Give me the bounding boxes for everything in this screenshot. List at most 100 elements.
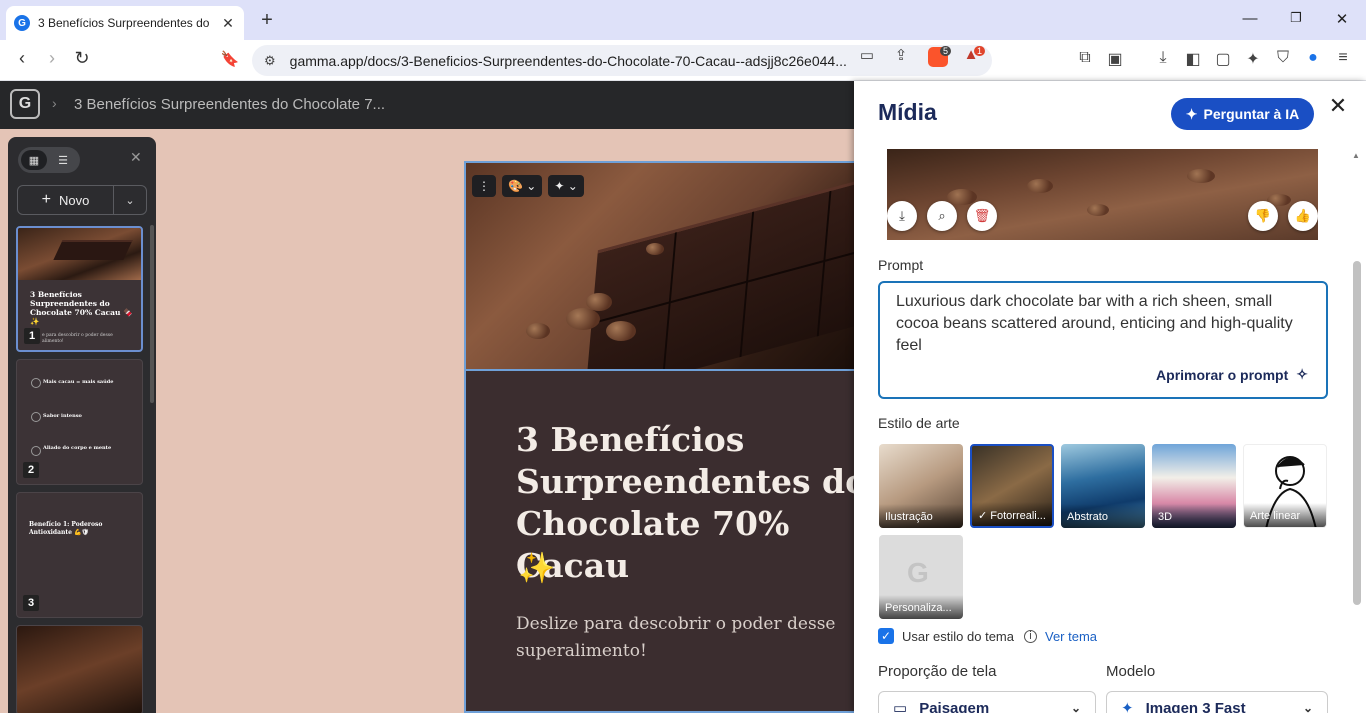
model-select[interactable]: ✦ Imagen 3 Fast ⌄ <box>1106 691 1328 713</box>
brave-badge: 5 <box>940 46 952 56</box>
back-icon[interactable]: ‹ <box>10 48 34 69</box>
tab-title: 3 Benefícios Surpreendentes do <box>38 16 210 30</box>
delete-image-icon[interactable]: 🗑 <box>967 201 997 231</box>
thumbnail-card-4[interactable] <box>16 625 143 713</box>
art-style-illustration[interactable]: Ilustração <box>879 444 963 528</box>
prompt-input[interactable]: Luxurious dark chocolate bar with a rich… <box>878 281 1328 399</box>
bookmark-icon[interactable]: 🔖 <box>218 50 242 68</box>
browser-tabstrip: G 3 Benefícios Surpreendentes do ✕ + — ❐… <box>0 0 1366 40</box>
extensions-icon[interactable]: ⧉ <box>1074 49 1096 67</box>
media-close-icon[interactable]: ✕ <box>1328 93 1348 119</box>
art-style-label-text: Ilustração <box>879 504 963 528</box>
bullet-icon <box>31 378 41 388</box>
thumbnail-number: 1 <box>24 328 40 344</box>
leo-ai-icon[interactable]: ✦ <box>1242 49 1264 69</box>
thumbnail-view-icon[interactable]: ▦ <box>21 150 47 170</box>
thumbnail-item: Aliado do corpo e mente <box>43 445 112 451</box>
thumbnail-card-2[interactable]: Mais cacau = mais saúde Sabor intenso Al… <box>16 359 143 485</box>
art-style-label-text: 3D <box>1152 504 1236 528</box>
magic-wand-icon: ✧ <box>1296 366 1308 382</box>
new-tab-icon[interactable]: + <box>256 9 278 32</box>
use-theme-style-row: ✓ Usar estilo do tema i Ver tema <box>878 628 1097 644</box>
use-theme-checkbox[interactable]: ✓ <box>878 628 894 644</box>
zoom-image-icon[interactable]: ⌕ <box>927 201 957 231</box>
art-style-photorealistic[interactable]: ✓ Fotorreali... <box>970 444 1054 528</box>
art-style-label: Estilo de arte <box>878 415 960 431</box>
site-settings-icon[interactable]: ⚙ <box>264 53 276 69</box>
card-menu-icon[interactable]: ⋮ <box>472 175 496 197</box>
thumbnail-card-3[interactable]: Benefício 1: Poderoso Antioxidante 💪🛡 3 <box>16 492 143 618</box>
sparkle-icon: ✦ <box>1185 105 1198 122</box>
art-style-abstract[interactable]: Abstrato <box>1061 444 1145 528</box>
chevron-down-icon: ⌄ <box>1070 701 1081 713</box>
generated-image-preview: ⤓ ⌕ 🗑 👎 👍 <box>887 149 1318 240</box>
info-icon[interactable]: i <box>1024 629 1037 643</box>
ask-ai-button[interactable]: ✦ Perguntar à IA <box>1171 98 1314 130</box>
address-bar[interactable]: ⚙ gamma.app/docs/3-Beneficios-Surpreende… <box>252 45 992 76</box>
sidebar-icon[interactable]: ◧ <box>1182 49 1204 69</box>
art-style-custom[interactable]: G Personaliza... <box>879 535 963 619</box>
wallet-icon[interactable]: ▢ <box>1212 49 1234 69</box>
share-icon[interactable]: ⇪ <box>890 46 912 64</box>
browser-tab[interactable]: G 3 Benefícios Surpreendentes do ✕ <box>6 6 244 40</box>
scroll-up-icon[interactable]: ▲ <box>1352 151 1360 160</box>
download-image-icon[interactable]: ⤓ <box>887 201 917 231</box>
new-dropdown-chevron-icon[interactable]: ⌄ <box>114 186 146 214</box>
thumbnail-scrollbar[interactable] <box>150 225 154 403</box>
scroll-thumb[interactable] <box>1353 261 1361 605</box>
gamma-placeholder-icon: G <box>907 557 929 588</box>
editor-canvas: ▦ ☰ ✕ + Novo ⌄ 3 Benefícios Surpreendente… <box>0 129 860 713</box>
window-close-icon[interactable]: ✕ <box>1332 10 1352 28</box>
slide-card[interactable]: ⋮ 🎨 ⌄ ✦ ⌄ 3 Benefícios Surpreendentes do… <box>464 161 860 713</box>
model-value: Imagen 3 Fast <box>1145 699 1246 713</box>
maximize-icon[interactable]: ❐ <box>1286 10 1306 26</box>
thumbs-up-icon[interactable]: 👍 <box>1288 201 1318 231</box>
menu-icon[interactable]: ≡ <box>1332 49 1354 67</box>
profile-icon[interactable]: ● <box>1302 49 1324 67</box>
slide-toolbar: ⋮ 🎨 ⌄ ✦ ⌄ <box>472 175 584 197</box>
card-ai-icon[interactable]: ✦ ⌄ <box>548 175 584 197</box>
improve-prompt-button[interactable]: Aprimorar o prompt ✧ <box>1156 366 1308 383</box>
download-icon[interactable]: ⤓ <box>1152 49 1174 67</box>
plus-icon: + <box>41 191 51 208</box>
thumbs-down-icon[interactable]: 👎 <box>1248 201 1278 231</box>
thumbnail-card-1[interactable]: 3 Benefícios Surpreendentes do Chocolate… <box>16 226 143 352</box>
media-scrollbar[interactable]: ▲ <box>1351 151 1363 713</box>
slide-title[interactable]: 3 Benefícios Surpreendentes do Chocolate… <box>516 419 860 587</box>
forward-icon[interactable]: › <box>40 48 64 69</box>
new-card-button: + Novo ⌄ <box>17 185 147 215</box>
model-sparkle-icon: ✦ <box>1121 700 1134 713</box>
bullet-icon <box>31 446 41 456</box>
gamma-logo-icon[interactable]: G <box>10 89 40 119</box>
slide-subtitle[interactable]: Deslize para descobrir o poder desse sup… <box>516 611 836 665</box>
thumbnail-image <box>18 228 141 280</box>
landscape-icon: ▭ <box>893 700 908 713</box>
tab-close-icon[interactable]: ✕ <box>220 15 236 32</box>
vpn-icon[interactable]: ⛉ <box>1272 49 1294 67</box>
reload-icon[interactable]: ↻ <box>70 48 94 69</box>
cast-icon[interactable]: ▭ <box>856 46 878 64</box>
art-style-3d[interactable]: 3D <box>1152 444 1236 528</box>
slide-image[interactable]: ⋮ 🎨 ⌄ ✦ ⌄ <box>466 163 860 371</box>
ask-ai-label: Perguntar à IA <box>1203 106 1300 122</box>
thumbnail-panel: ▦ ☰ ✕ + Novo ⌄ 3 Benefícios Surpreendente… <box>8 137 156 713</box>
improve-prompt-label: Aprimorar o prompt <box>1156 366 1289 383</box>
view-theme-link[interactable]: Ver tema <box>1045 629 1097 644</box>
art-style-line-art[interactable]: Arte linear <box>1243 444 1327 528</box>
thumbnail-subtitle: e para descobrir o poder desse alimento! <box>42 333 113 344</box>
chevron-down-icon: ⌄ <box>1302 701 1313 713</box>
minimize-icon[interactable]: — <box>1240 10 1260 27</box>
list-view-icon[interactable]: ☰ <box>50 150 76 170</box>
new-button-label: Novo <box>58 192 90 208</box>
panel-close-icon[interactable]: ✕ <box>130 149 142 166</box>
thumbnail-item: Mais cacau = mais saúde <box>43 379 114 385</box>
doc-title[interactable]: 3 Benefícios Surpreendentes do Chocolate… <box>74 96 385 113</box>
card-style-icon[interactable]: 🎨 ⌄ <box>502 175 543 197</box>
art-style-label-text: Personaliza... <box>879 595 963 619</box>
reader-icon[interactable]: ▣ <box>1104 49 1126 69</box>
new-button[interactable]: + Novo <box>18 186 114 214</box>
aspect-ratio-select[interactable]: ▭ Paisagem ⌄ <box>878 691 1096 713</box>
view-toggle: ▦ ☰ <box>18 147 80 173</box>
prompt-text[interactable]: Luxurious dark chocolate bar with a rich… <box>896 291 1310 357</box>
gamma-favicon-icon: G <box>14 15 30 31</box>
